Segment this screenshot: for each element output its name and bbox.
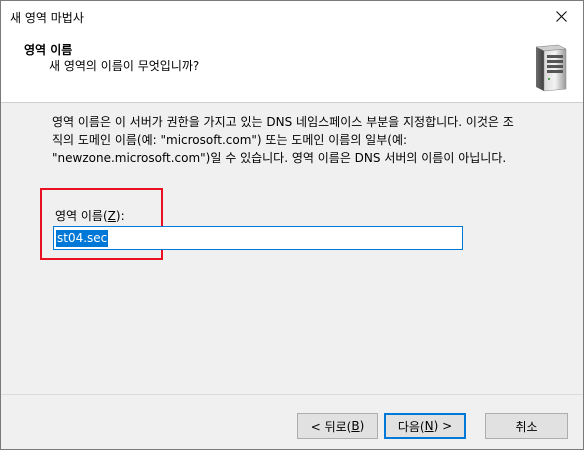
page-title: 영역 이름: [24, 43, 73, 57]
zone-name-value: st04.sec: [56, 229, 109, 247]
next-button-suffix: ) >: [433, 419, 453, 433]
wizard-header: 영역 이름 새 영역의 이름이 무엇입니까?: [1, 31, 583, 103]
window-title: 새 영역 마법사: [10, 11, 84, 25]
close-button[interactable]: [539, 1, 583, 31]
zone-name-label-suffix: ):: [115, 209, 125, 223]
server-icon: [535, 44, 567, 92]
zone-name-label: 영역 이름(Z):: [55, 207, 125, 224]
page-subtitle: 새 영역의 이름이 무엇입니까?: [49, 59, 200, 73]
next-button[interactable]: 다음(N) >: [384, 413, 466, 439]
title-bar: 새 영역 마법사: [1, 1, 583, 31]
next-button-mnemonic: N: [424, 419, 434, 433]
next-button-label: 다음(: [397, 419, 425, 434]
cancel-button[interactable]: 취소: [485, 413, 568, 439]
description-line: 직의 도메인 이름(예: "microsoft.com") 또는 도메인 이름의…: [52, 133, 408, 147]
footer-divider: [1, 394, 583, 395]
description-line: 영역 이름은 이 서버가 권한을 가지고 있는 DNS 네임스페이스 부분을 지…: [52, 115, 514, 129]
zone-name-label-text: 영역 이름(: [55, 209, 108, 223]
description-text: 영역 이름은 이 서버가 권한을 가지고 있는 DNS 네임스페이스 부분을 지…: [52, 113, 562, 167]
back-button-label: < 뒤로(: [310, 419, 352, 434]
wizard-window: 새 영역 마법사 영역 이름 새 영역의 이름이 무엇입니까? 영역 이름은 이…: [0, 0, 584, 450]
back-button[interactable]: < 뒤로(B): [297, 413, 378, 439]
close-icon: [555, 10, 567, 22]
zone-name-label-mnemonic: Z: [107, 209, 116, 223]
back-button-suffix: ): [359, 419, 365, 433]
back-button-mnemonic: B: [351, 419, 360, 433]
description-line: "newzone.microsoft.com")일 수 있습니다. 영역 이름은…: [52, 151, 507, 165]
zone-name-input[interactable]: st04.sec: [53, 226, 463, 250]
